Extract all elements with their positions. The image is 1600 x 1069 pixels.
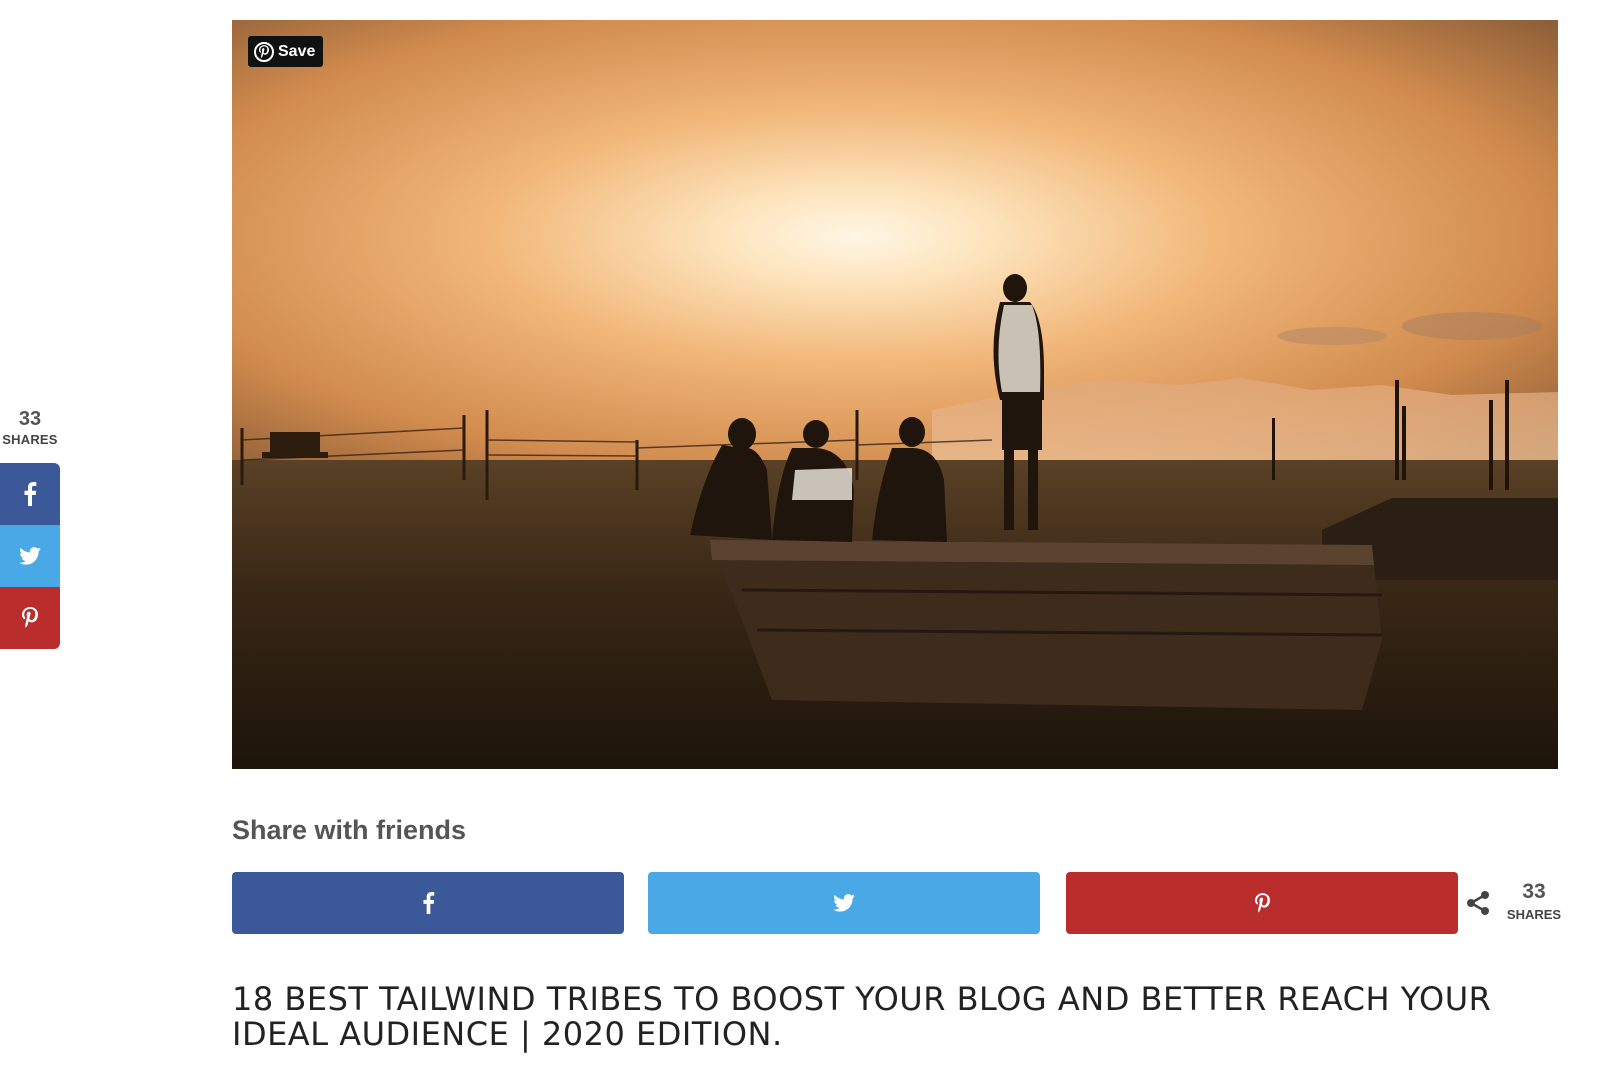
facebook-icon [24, 482, 37, 506]
post-title: 18 BEST TAILWIND TRIBES TO BOOST YOUR BL… [232, 980, 1492, 1053]
pinterest-icon [22, 607, 38, 628]
share-total-counter: 33 SHARES [1466, 880, 1570, 930]
share-count-number: 33 [18, 408, 42, 430]
floating-share-bar: 33 SHARES [0, 408, 62, 649]
twitter-icon [19, 547, 41, 565]
pinterest-icon [1254, 892, 1270, 913]
beach-sunset-photo [232, 20, 1558, 769]
floating-twitter-share-button[interactable] [0, 525, 60, 587]
floating-share-buttons [0, 463, 60, 649]
twitter-icon [833, 894, 855, 912]
hero-image: Save [232, 20, 1558, 769]
floating-share-count: 33 SHARES [0, 408, 60, 447]
facebook-share-button[interactable] [232, 872, 624, 934]
facebook-icon [422, 892, 434, 914]
pinterest-save-button[interactable]: Save [248, 36, 324, 67]
share-total-label: SHARES [1506, 907, 1562, 922]
floating-pinterest-share-button[interactable] [0, 587, 60, 649]
share-buttons-row [232, 872, 1572, 934]
share-total-number: 33 [1522, 880, 1546, 903]
twitter-share-button[interactable] [648, 872, 1040, 934]
save-button-label: Save [278, 42, 316, 60]
share-heading: Share with friends [232, 815, 467, 845]
share-icon [1467, 891, 1489, 915]
pinterest-share-button[interactable] [1066, 872, 1458, 934]
floating-facebook-share-button[interactable] [0, 463, 60, 525]
pinterest-icon [254, 41, 274, 62]
share-count-label: SHARES [2, 432, 58, 447]
